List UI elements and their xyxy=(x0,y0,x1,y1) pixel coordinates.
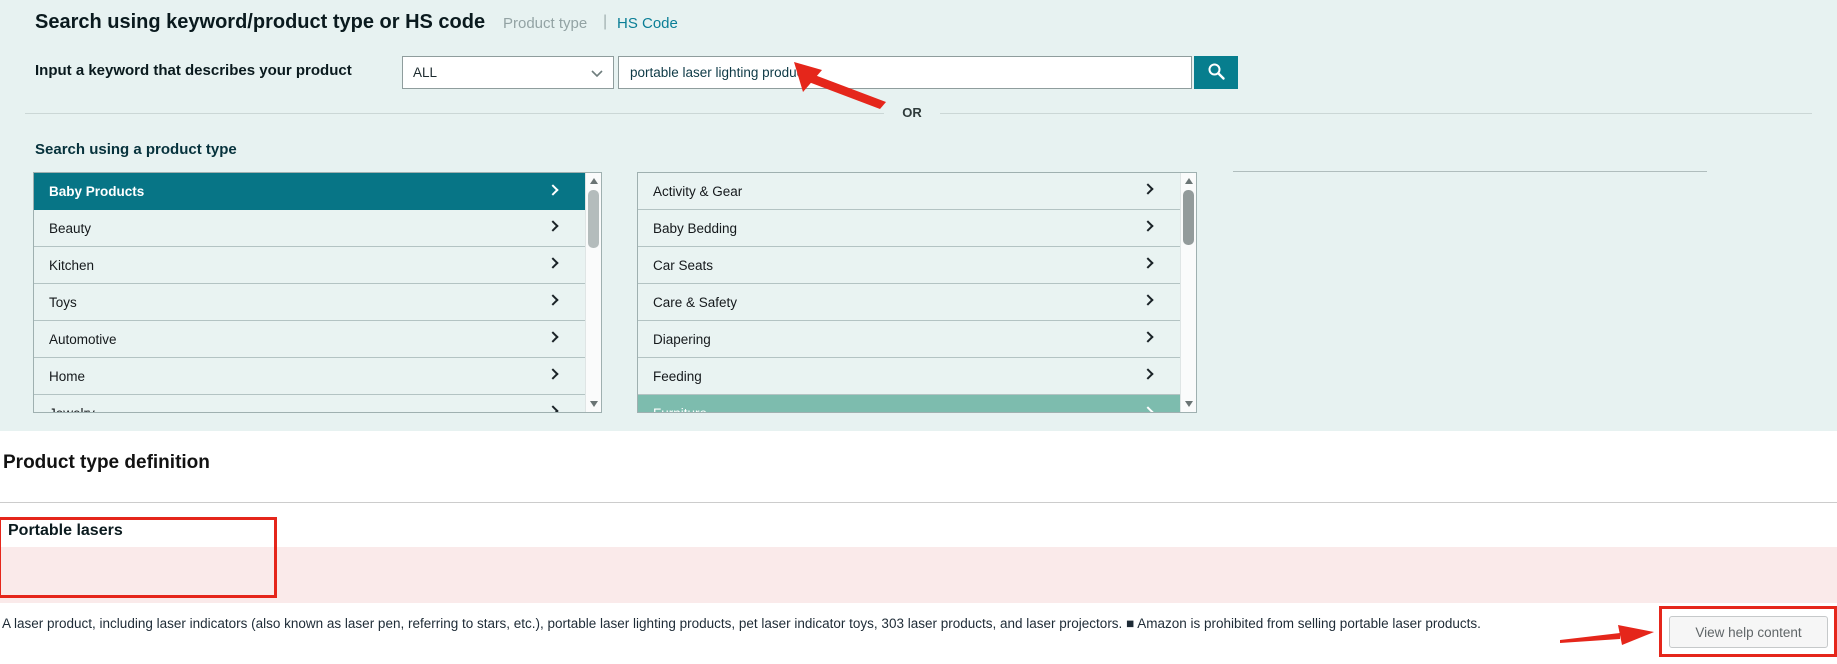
product-type-item[interactable]: Automotive xyxy=(34,321,585,358)
triangle-up-icon xyxy=(1185,178,1193,184)
or-divider-label: OR xyxy=(884,105,940,120)
product-type-item[interactable]: Furniture xyxy=(638,395,1180,413)
chevron-right-icon xyxy=(547,294,558,305)
scrollbar-thumb[interactable] xyxy=(588,190,599,248)
page: Search using keyword/product type or HS … xyxy=(0,0,1837,664)
product-type-item[interactable]: Baby Products xyxy=(34,173,585,210)
keyword-search-label: Input a keyword that describes your prod… xyxy=(35,62,352,79)
triangle-up-icon xyxy=(590,178,598,184)
product-type-item[interactable]: Activity & Gear xyxy=(638,173,1180,210)
chevron-right-icon xyxy=(547,405,558,413)
chevron-right-icon xyxy=(547,220,558,231)
scroll-up-button[interactable] xyxy=(1181,173,1196,189)
chevron-down-icon xyxy=(591,64,603,82)
product-type-name: Portable lasers xyxy=(8,522,123,540)
chevron-right-icon xyxy=(1142,368,1153,379)
product-type-item[interactable]: Home xyxy=(34,358,585,395)
search-button[interactable] xyxy=(1194,56,1238,89)
product-type-item[interactable]: Car Seats xyxy=(638,247,1180,284)
chevron-right-icon xyxy=(547,331,558,342)
chevron-right-icon xyxy=(1142,331,1153,342)
search-section: Search using keyword/product type or HS … xyxy=(0,0,1837,431)
scroll-down-button[interactable] xyxy=(586,396,601,412)
right-list-scrollbar[interactable] xyxy=(1180,173,1196,412)
product-type-item[interactable]: Beauty xyxy=(34,210,585,247)
product-type-item[interactable]: Toys xyxy=(34,284,585,321)
chevron-right-icon xyxy=(1142,406,1153,413)
section-divider xyxy=(0,502,1837,503)
chevron-right-icon xyxy=(1142,257,1153,268)
chevron-right-icon xyxy=(1142,183,1153,194)
empty-third-panel-divider xyxy=(1233,171,1707,172)
left-list-scrollbar[interactable] xyxy=(585,173,601,412)
product-type-item[interactable]: Jewelry xyxy=(34,395,585,413)
chevron-right-icon xyxy=(547,257,558,268)
prohibited-banner: ! Prohibited for sale on Amazon xyxy=(0,547,1837,603)
product-type-item[interactable]: Kitchen xyxy=(34,247,585,284)
product-type-list-level2: Activity & Gear Baby Bedding Car Seats C… xyxy=(637,172,1197,413)
product-type-definition-text: A laser product, including laser indicat… xyxy=(2,616,1481,631)
chevron-right-icon xyxy=(547,368,558,379)
product-type-item[interactable]: Care & Safety xyxy=(638,284,1180,321)
chevron-right-icon xyxy=(1142,294,1153,305)
page-title: Search using keyword/product type or HS … xyxy=(35,11,485,34)
keyword-search-input[interactable] xyxy=(618,56,1192,89)
product-type-item[interactable]: Feeding xyxy=(638,358,1180,395)
tab-hs-code[interactable]: HS Code xyxy=(617,15,678,32)
product-type-list-level1: Baby Products Beauty Kitchen Toys Automo… xyxy=(33,172,602,413)
scroll-down-button[interactable] xyxy=(1181,396,1196,412)
annotation-arrow-help-button xyxy=(1558,620,1658,648)
view-help-content-button[interactable]: View help content xyxy=(1669,616,1828,648)
scrollbar-thumb[interactable] xyxy=(1183,190,1194,245)
scroll-up-button[interactable] xyxy=(586,173,601,189)
tab-product-type[interactable]: Product type xyxy=(503,15,587,32)
chevron-right-icon xyxy=(547,184,558,195)
tab-separator: | xyxy=(603,13,607,31)
product-type-browser-heading: Search using a product type xyxy=(35,141,237,158)
category-dropdown[interactable]: ALL xyxy=(402,56,614,89)
definition-section-heading: Product type definition xyxy=(3,452,210,474)
search-icon xyxy=(1207,62,1226,84)
product-type-item[interactable]: Baby Bedding xyxy=(638,210,1180,247)
triangle-down-icon xyxy=(1185,401,1193,407)
category-dropdown-value: ALL xyxy=(413,65,591,80)
triangle-down-icon xyxy=(590,401,598,407)
chevron-right-icon xyxy=(1142,220,1153,231)
product-type-item[interactable]: Diapering xyxy=(638,321,1180,358)
